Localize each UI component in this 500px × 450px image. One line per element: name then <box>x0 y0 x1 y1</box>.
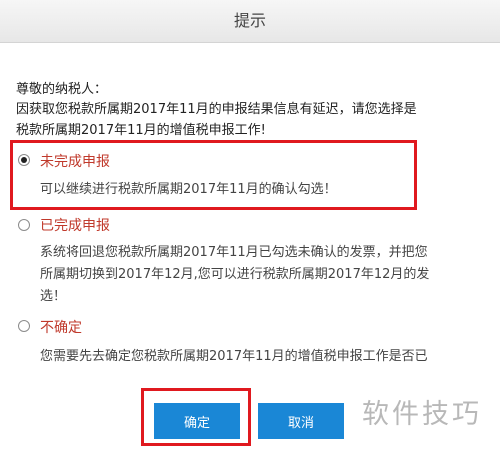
watermark-text: 软件技巧 <box>362 399 482 430</box>
confirm-button[interactable]: 确定 <box>154 403 240 439</box>
greeting-text: 尊敬的纳税人： <box>16 82 108 97</box>
option-desc-not-completed: 可以继续进行税款所属期2017年11月的确认勾选！ <box>40 182 337 197</box>
radio-not-completed[interactable] <box>18 154 30 166</box>
dialog-title: 提示 <box>233 11 266 30</box>
prompt-dialog: 提示 尊敬的纳税人： 因获取您税款所属期2017年11月的申报结果信息有延迟，请… <box>0 0 500 450</box>
option-label-not-completed[interactable]: 未完成申报 <box>40 151 110 171</box>
option-label-uncertain[interactable]: 不确定 <box>40 317 82 337</box>
intro-line-2: 税款所属期2017年11月的增值税申报工作! <box>16 123 266 138</box>
cancel-button[interactable]: 取消 <box>258 403 344 439</box>
option-desc-completed-line-2: 所属期切换到2017年12月,您可以进行税款所属期2017年12月的发 <box>40 267 430 282</box>
radio-uncertain[interactable] <box>18 320 30 332</box>
radio-completed[interactable] <box>18 219 30 231</box>
option-label-completed[interactable]: 已完成申报 <box>40 215 110 235</box>
dialog-titlebar: 提示 <box>0 0 500 43</box>
intro-line-1: 因获取您税款所属期2017年11月的申报结果信息有延迟，请您选择是 <box>16 102 417 117</box>
option-desc-completed-line-1: 系统将回退您税款所属期2017年11月已勾选未确认的发票，并把您 <box>40 245 428 260</box>
option-desc-completed-line-3: 选！ <box>40 289 67 304</box>
option-desc-uncertain: 您需要先去确定您税款所属期2017年11月的增值税申报工作是否已 <box>40 349 428 364</box>
